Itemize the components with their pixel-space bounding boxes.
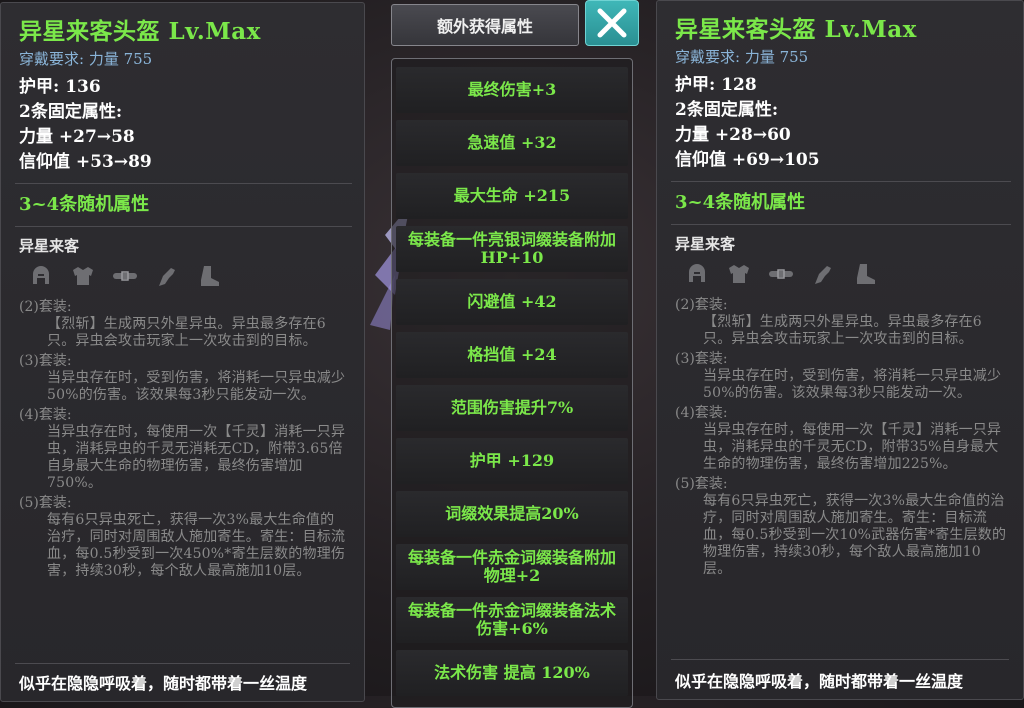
armor-stat: 护甲: 128 [675,75,757,95]
set-pieces-icons [681,259,1007,289]
item-title: 异星来客头盔 Lv.Max [675,16,917,43]
right-item-tooltip: 异星来客头盔 Lv.Max 穿戴要求: 力量 755 护甲: 128 2条固定属… [656,0,1024,700]
gauntlet-icon [151,261,183,291]
wear-requirement: 穿戴要求: 力量 755 [675,48,809,66]
divider [15,226,352,227]
armor-stat: 护甲: 136 [19,77,101,97]
set-bonus-4-desc: 当异虫存在时，每使用一次【千灵】消耗一只异虫，消耗异虫的千灵无CD，附带35%自… [703,422,1002,472]
set-bonus-2-desc: 【烈斩】生成两只外星异虫。异虫最多存在6只。异虫会攻击玩家上一次攻击到的目标。 [703,314,982,347]
set-bonus-5-header: (5)套装: [19,495,72,511]
armor-icon [67,261,99,291]
set-name: 异星来客 [675,235,736,253]
set-bonus-5-header: (5)套装: [675,476,728,492]
attribute-item: 格挡值 +24 [396,332,628,378]
extra-attributes-list[interactable]: 最终伤害+3 急速值 +32 最大生命 +215 每装备一件亮银词缀装备附加HP… [391,58,633,708]
attribute-item: 每装备一件亮银词缀装备附加HP+10 [396,226,628,272]
belt-icon [109,261,141,291]
fixed-attribute-strength: 力量 +27→58 [19,127,135,147]
set-bonus-3-desc: 当异虫存在时，受到伤害，将消耗一只异虫减少50%的伤害。该效果每3秒只能发动一次… [47,370,346,403]
divider [15,183,352,184]
set-bonus-3-desc: 当异虫存在时，受到伤害，将消耗一只异虫减少50%的伤害。该效果每3秒只能发动一次… [703,368,1002,401]
attribute-item: 最终伤害+3 [396,67,628,113]
set-bonus-2-header: (2)套装: [19,299,72,315]
divider [671,224,1011,225]
set-bonus-4-header: (4)套装: [675,405,728,421]
random-attributes-header: 3~4条随机属性 [675,192,806,213]
attribute-item: 急速值 +32 [396,120,628,166]
attribute-item: 护甲 +129 [396,438,628,484]
flavor-text: 似乎在隐隐呼吸着，随时都带着一丝温度 [675,672,964,691]
set-bonus-4-header: (4)套装: [19,407,72,423]
set-pieces-icons [25,261,348,291]
item-title: 异星来客头盔 Lv.Max [19,18,261,45]
attribute-item: 范围伤害提升7% [396,385,628,431]
helmet-icon [25,261,57,291]
belt-icon [765,259,797,289]
set-bonus-3-header: (3)套装: [675,351,728,367]
random-attributes-header: 3~4条随机属性 [19,194,150,215]
set-bonus-4-desc: 当异虫存在时，每使用一次【千灵】消耗一只异虫，消耗异虫的千灵无消耗无CD，附带3… [47,424,346,491]
divider [671,659,1009,660]
flavor-text: 似乎在隐隐呼吸着，随时都带着一丝温度 [19,674,308,693]
fixed-attribute-faith: 信仰值 +53→89 [19,152,152,172]
fixed-attributes-header: 2条固定属性: [19,102,123,122]
attribute-item: 词缀效果提高20% [396,491,628,537]
attribute-item: 每装备一件赤金词缀装备法术伤害+6% [396,597,628,643]
helmet-icon [681,259,713,289]
attribute-item: 闪避值 +42 [396,279,628,325]
set-name: 异星来客 [19,237,80,255]
set-bonus-2-desc: 【烈斩】生成两只外星异虫。异虫最多存在6只。异虫会攻击玩家上一次攻击到的目标。 [47,316,326,349]
attribute-item: 法术伤害 提高 120% [396,650,628,696]
boots-icon [193,261,225,291]
armor-icon [723,259,755,289]
fixed-attribute-strength: 力量 +28→60 [675,125,791,145]
divider [15,663,350,664]
divider [671,181,1011,182]
set-bonus-2-header: (2)套装: [675,297,728,313]
attribute-item: 每装备一件赤金词缀装备附加物理+2 [396,544,628,590]
gauntlet-icon [807,259,839,289]
wear-requirement: 穿戴要求: 力量 755 [19,50,153,68]
set-bonus-5-desc: 每有6只异虫死亡，获得一次3%最大生命值的治疗，同时对周围敌人施加寄生。寄生：目… [703,493,1007,577]
close-button[interactable] [585,0,639,46]
left-item-tooltip: 异星来客头盔 Lv.Max 穿戴要求: 力量 755 护甲: 136 2条固定属… [0,2,365,702]
set-bonus-5-desc: 每有6只异虫死亡，获得一次3%最大生命值的治疗，同时对周围敌人施加寄生。寄生：目… [47,512,346,579]
fixed-attribute-faith: 信仰值 +69→105 [675,150,820,170]
set-bonus-3-header: (3)套装: [19,353,72,369]
fixed-attributes-header: 2条固定属性: [675,100,779,120]
close-icon [597,8,627,38]
tab-extra-attributes[interactable]: 额外获得属性 [391,4,579,46]
attribute-item: 最大生命 +215 [396,173,628,219]
boots-icon [849,259,881,289]
